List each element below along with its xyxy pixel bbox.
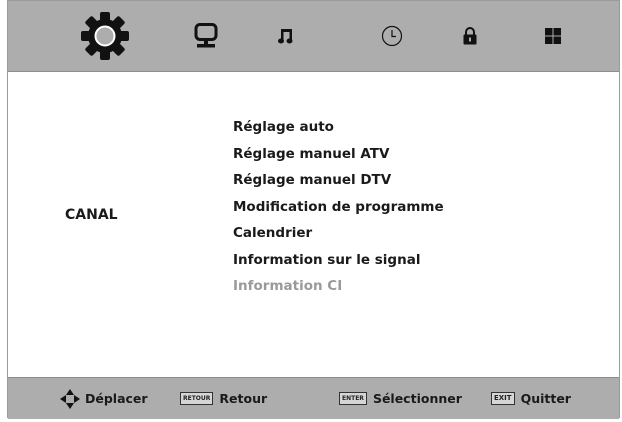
hint-exit-label: Quitter — [520, 391, 571, 406]
clock-icon — [381, 25, 403, 47]
retour-key-icon: RETOUR — [180, 392, 214, 405]
footer-hint-bar: Déplacer RETOUR Retour ENTER Sélectionne… — [8, 377, 619, 419]
tab-configuration[interactable] — [541, 1, 565, 71]
gear-icon — [81, 12, 129, 60]
enter-key-icon: ENTER — [339, 392, 367, 405]
grid-icon — [545, 28, 561, 44]
hint-move-label: Déplacer — [85, 391, 148, 406]
hint-exit: EXIT Quitter — [491, 378, 571, 419]
lock-icon — [463, 27, 477, 45]
menu-item-reglage-auto[interactable]: Réglage auto — [233, 119, 444, 146]
tab-heure[interactable] — [379, 1, 405, 71]
monitor-icon — [194, 23, 218, 48]
menu-item-reglage-manuel-atv[interactable]: Réglage manuel ATV — [233, 146, 444, 173]
settings-menu-list: Réglage auto Réglage manuel ATV Réglage … — [233, 119, 444, 305]
top-tab-bar — [8, 1, 619, 72]
tv-menu-window: CANAL Réglage auto Réglage manuel ATV Ré… — [7, 0, 620, 419]
tab-verrouillage[interactable] — [458, 1, 482, 71]
music-note-icon — [278, 29, 293, 44]
arrows-icon — [60, 388, 80, 409]
menu-item-reglage-manuel-dtv[interactable]: Réglage manuel DTV — [233, 172, 444, 199]
hint-select: ENTER Sélectionner — [339, 378, 462, 419]
exit-key-icon: EXIT — [491, 392, 515, 405]
menu-item-calendrier[interactable]: Calendrier — [233, 225, 444, 252]
menu-item-information-ci: Information CI — [233, 278, 343, 294]
tab-son[interactable] — [274, 1, 298, 71]
tab-image[interactable] — [191, 1, 221, 71]
hint-back-label: Retour — [219, 391, 268, 406]
hint-back: RETOUR Retour — [180, 378, 267, 419]
hint-move: Déplacer — [58, 378, 148, 419]
menu-item-information-signal[interactable]: Information sur le signal — [233, 252, 444, 279]
tab-canal[interactable] — [80, 1, 130, 71]
menu-item-modification-programme[interactable]: Modification de programme — [233, 199, 444, 226]
hint-select-label: Sélectionner — [372, 391, 462, 406]
category-label: CANAL — [65, 207, 118, 223]
